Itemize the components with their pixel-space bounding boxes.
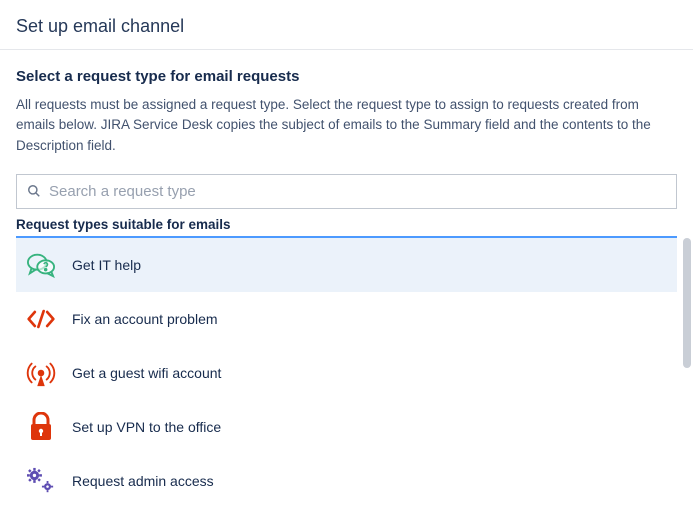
request-type-list: Get IT help Fix an account problem — [16, 238, 677, 508]
request-type-item-vpn[interactable]: Set up VPN to the office — [16, 400, 677, 454]
request-type-label: Get IT help — [72, 257, 141, 273]
request-type-label: Request admin access — [72, 473, 214, 489]
search-box[interactable] — [16, 174, 677, 209]
request-type-item-admin-access[interactable]: Request admin access — [16, 454, 677, 508]
gears-icon — [24, 466, 58, 496]
wifi-antenna-icon — [24, 358, 58, 388]
speech-question-icon — [24, 250, 58, 280]
lock-icon — [24, 412, 58, 442]
request-type-item-guest-wifi[interactable]: Get a guest wifi account — [16, 346, 677, 400]
scrollbar-thumb[interactable] — [683, 238, 691, 368]
request-type-item-get-it-help[interactable]: Get IT help — [16, 238, 677, 292]
request-type-label: Set up VPN to the office — [72, 419, 221, 435]
request-type-label: Fix an account problem — [72, 311, 218, 327]
scrollbar[interactable] — [683, 238, 691, 468]
page-title: Set up email channel — [16, 16, 677, 37]
code-icon — [24, 304, 58, 334]
request-type-item-fix-account[interactable]: Fix an account problem — [16, 292, 677, 346]
search-input[interactable] — [49, 183, 666, 200]
request-type-label: Get a guest wifi account — [72, 365, 221, 381]
search-icon — [27, 184, 41, 198]
group-label: Request types suitable for emails — [16, 217, 677, 232]
section-subheading: Select a request type for email requests — [16, 68, 677, 85]
section-description: All requests must be assigned a request … — [16, 95, 677, 156]
